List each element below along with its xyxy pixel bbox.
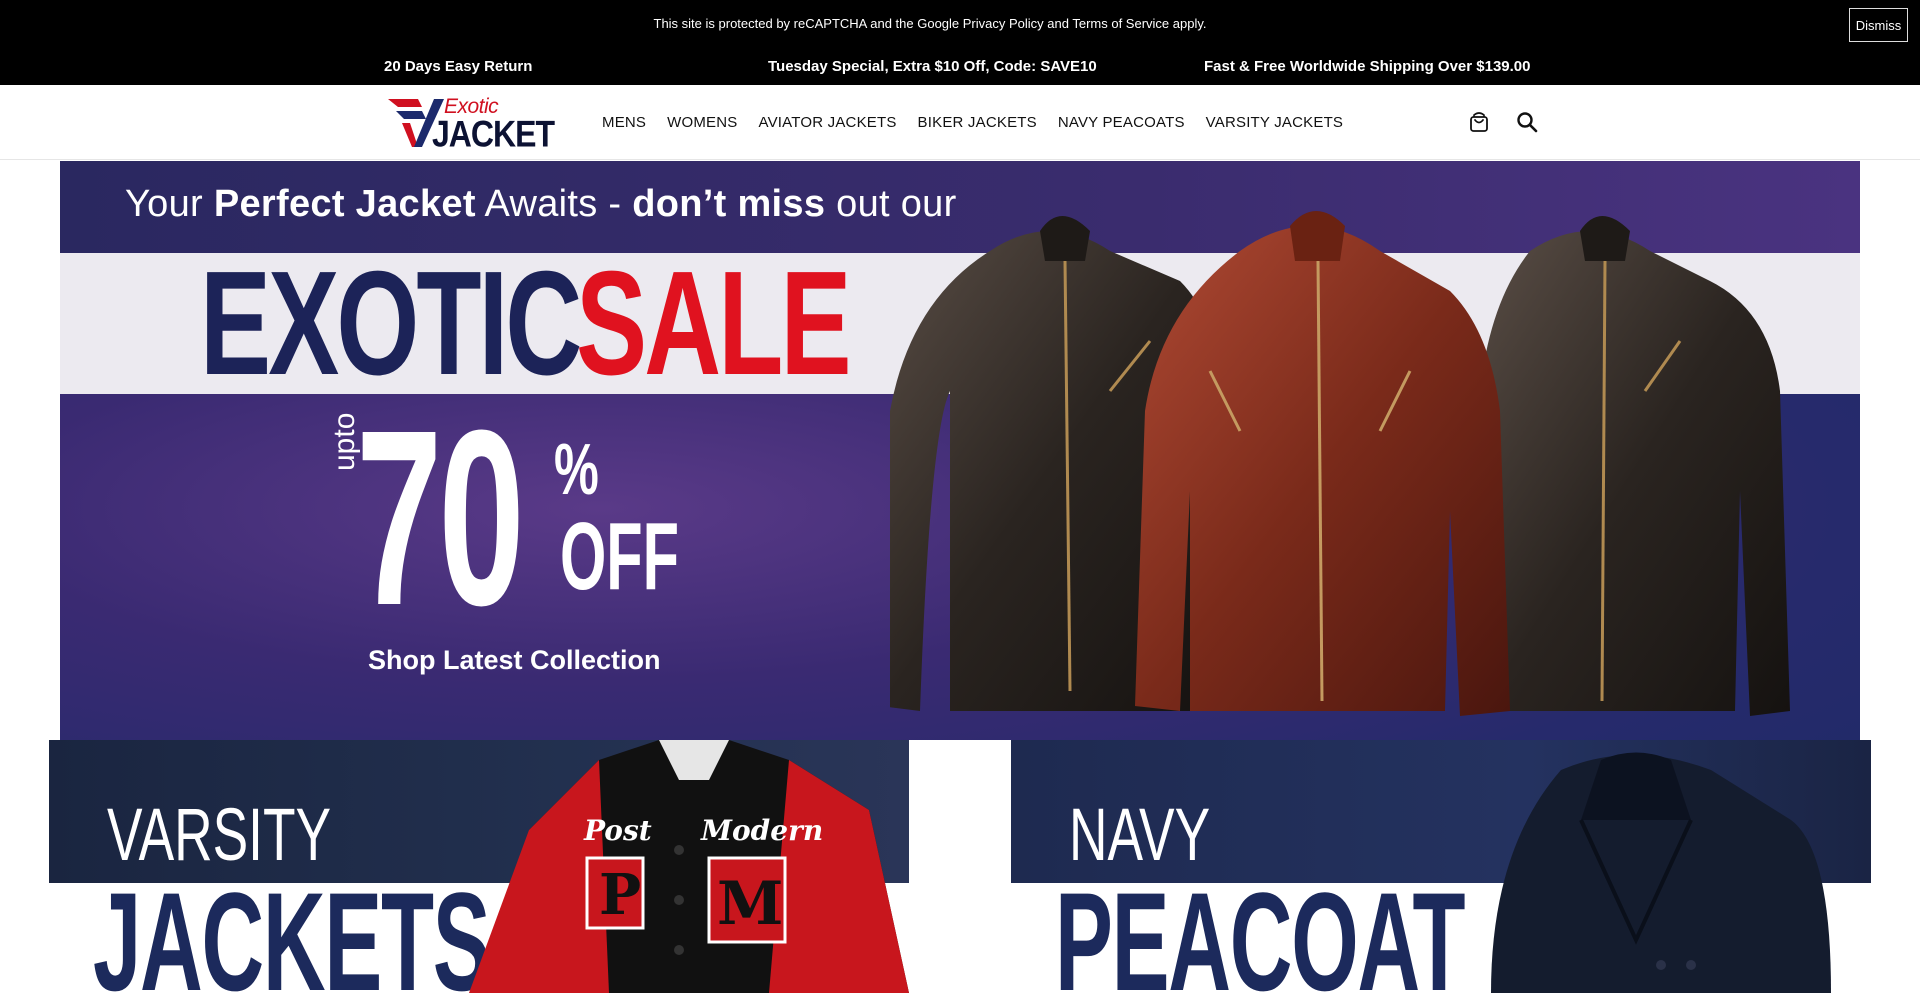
tagline-pre: Your — [125, 183, 214, 225]
tagline-mid: Awaits - — [475, 183, 633, 225]
hero-discount-percent: % — [554, 430, 599, 510]
hero-discount-off: OFF — [560, 503, 680, 610]
card-title-peacoat: PEACOAT — [1055, 863, 1465, 993]
promo-free-shipping: Fast & Free Worldwide Shipping Over $139… — [1204, 58, 1531, 75]
patch-letter-p: P — [599, 862, 641, 928]
hero-headline-sale: SALE — [576, 241, 852, 406]
shop-latest-collection-link[interactable]: Shop Latest Collection — [368, 645, 661, 676]
nav-womens[interactable]: WOMENS — [667, 114, 737, 131]
tagline-bold-2: don’t miss — [632, 183, 826, 225]
site-logo[interactable]: Exotic JACKET — [388, 93, 555, 154]
navy-peacoat-image — [1491, 752, 1831, 993]
hero-tagline: Your Perfect Jacket Awaits - don’t miss … — [125, 183, 957, 226]
dismiss-button[interactable]: Dismiss — [1849, 8, 1908, 42]
nav-aviator-jackets[interactable]: AVIATOR JACKETS — [759, 114, 897, 131]
promo-tuesday-special: Tuesday Special, Extra $10 Off, Code: SA… — [768, 58, 1097, 75]
hero-headline-exotic: EXOTIC — [200, 241, 582, 406]
patch-post: Post — [583, 814, 652, 847]
announcement-bar: This site is protected by reCAPTCHA and … — [0, 0, 1920, 85]
hero-banner[interactable]: Your Perfect Jacket Awaits - don’t miss … — [60, 161, 1860, 740]
logo-text-jacket: JACKET — [432, 113, 555, 155]
card-title-jackets: JACKETS — [93, 863, 491, 993]
patch-modern: Modern — [700, 814, 823, 847]
nav-varsity-jackets[interactable]: VARSITY JACKETS — [1206, 114, 1343, 131]
category-card-varsity[interactable]: VARSITY JACKETS Post Modern P M — [49, 740, 909, 993]
varsity-jacket-image: Post Modern P M — [469, 740, 909, 993]
category-card-navy-peacoat[interactable]: NAVY PEACOAT — [1011, 740, 1871, 993]
recaptcha-notice: This site is protected by reCAPTCHA and … — [653, 16, 1207, 31]
main-nav: MENS WOMENS AVIATOR JACKETS BIKER JACKET… — [602, 114, 1364, 131]
patch-letter-m: M — [717, 869, 783, 939]
hero-discount-number: 70 — [356, 378, 525, 657]
hero-jackets-image — [890, 211, 1790, 716]
nav-mens[interactable]: MENS — [602, 114, 646, 131]
search-icon[interactable] — [1516, 111, 1538, 133]
tagline-bold-1: Perfect Jacket — [213, 183, 476, 225]
nav-navy-peacoats[interactable]: NAVY PEACOATS — [1058, 114, 1185, 131]
cart-icon[interactable] — [1468, 111, 1490, 133]
promo-easy-return: 20 Days Easy Return — [384, 58, 533, 75]
nav-biker-jackets[interactable]: BIKER JACKETS — [918, 114, 1037, 131]
site-header: Exotic JACKET MENS WOMENS AVIATOR JACKET… — [0, 85, 1920, 160]
